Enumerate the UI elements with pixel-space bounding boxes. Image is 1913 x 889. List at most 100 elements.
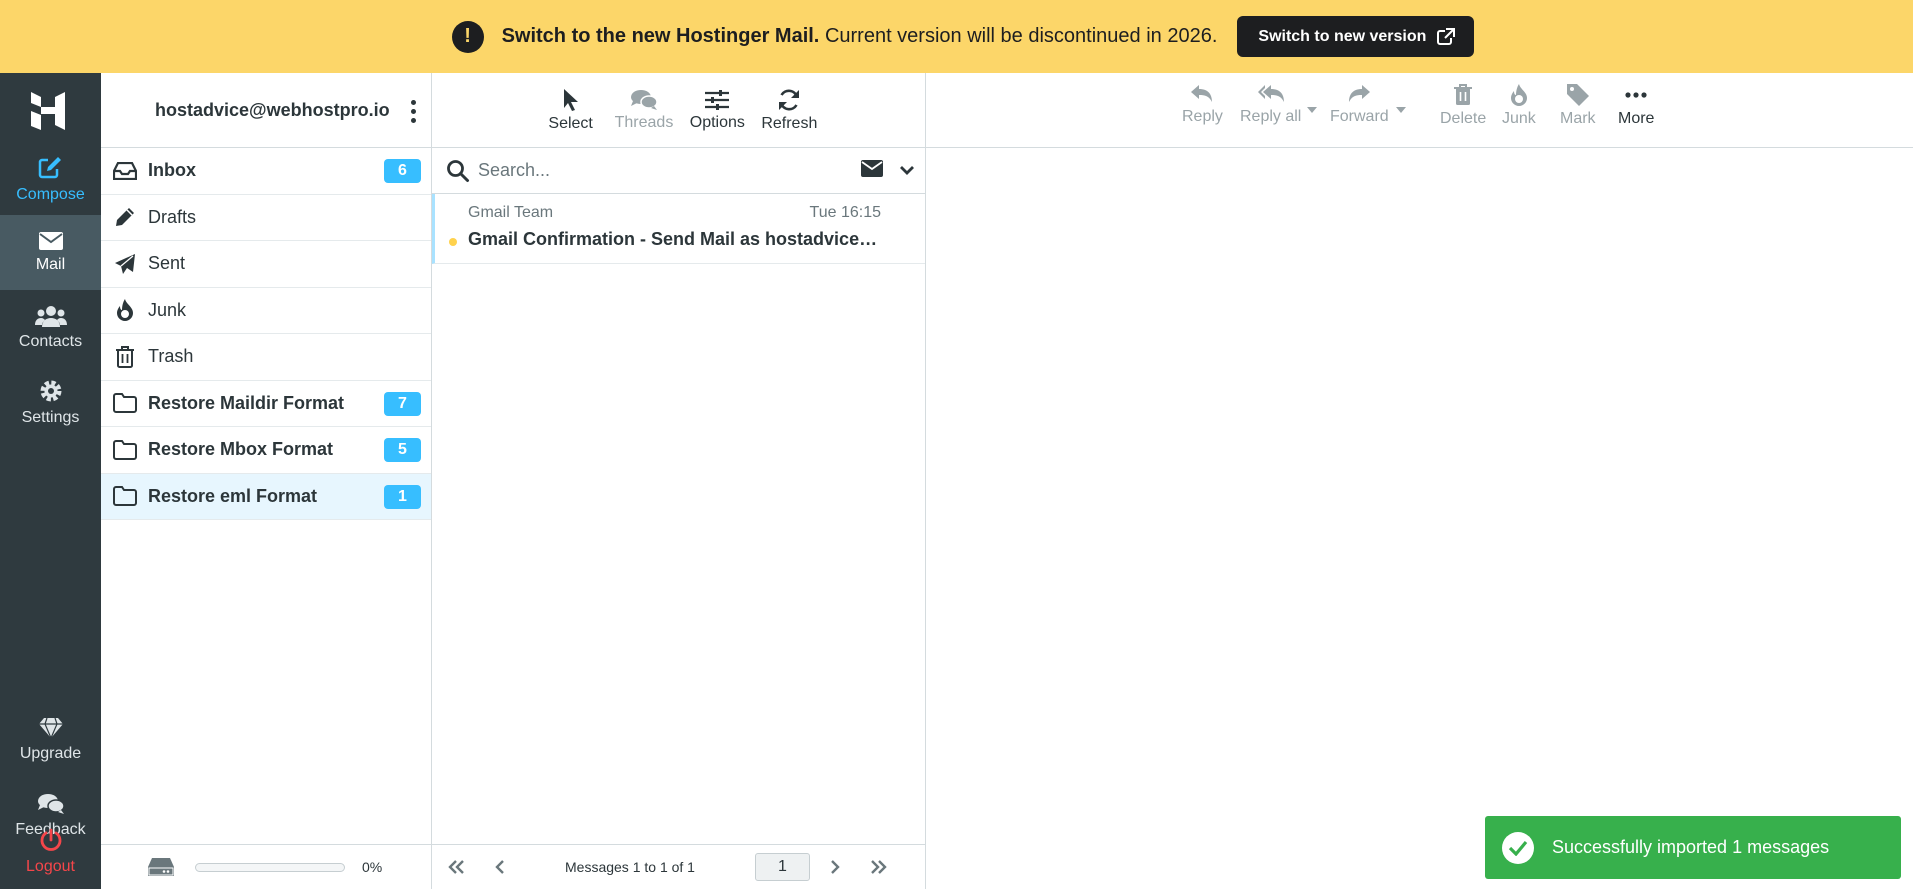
folder-label: Drafts — [148, 206, 197, 227]
unread-count-badge: 6 — [384, 159, 421, 183]
junk-button[interactable]: Junk — [1502, 83, 1536, 128]
account-menu-icon[interactable] — [403, 97, 423, 125]
nav-contacts[interactable]: Contacts — [0, 290, 101, 365]
nav-settings[interactable]: Settings — [0, 365, 101, 440]
comments-icon — [630, 89, 658, 111]
folder-icon — [113, 391, 137, 415]
folder-label: Restore Mbox Format — [148, 439, 334, 460]
message-date: Tue 16:15 — [809, 204, 881, 221]
nav-mail[interactable]: Mail — [0, 215, 101, 290]
refresh-button[interactable]: Refresh — [761, 88, 817, 133]
mark-button[interactable]: Mark — [1560, 83, 1596, 128]
reply-button[interactable]: Reply — [1182, 83, 1223, 126]
switch-version-button[interactable]: Switch to new version — [1237, 16, 1475, 57]
next-page-icon[interactable] — [820, 852, 850, 882]
envelope-icon — [38, 231, 63, 250]
diamond-icon — [38, 717, 64, 739]
unread-count-badge: 7 — [384, 391, 421, 416]
folder-label: Restore eml Format — [148, 485, 318, 506]
message-row[interactable]: Gmail Team Tue 16:15 Gmail Confirmation … — [432, 194, 925, 264]
select-label: Select — [548, 114, 593, 132]
folder-label: Junk — [148, 299, 187, 320]
reply-label: Reply — [1182, 108, 1223, 125]
folder-icon — [113, 484, 137, 508]
reading-pane: Reply Reply all Forward Delete Junk Mark… — [926, 73, 1913, 889]
forward-button[interactable]: Forward — [1330, 83, 1389, 126]
trash-icon — [1453, 83, 1473, 107]
ellipsis-icon — [1624, 83, 1648, 107]
refresh-label: Refresh — [761, 114, 818, 132]
quota-progress-bar — [195, 862, 345, 872]
hostinger-logo[interactable] — [29, 90, 69, 130]
first-page-icon[interactable] — [441, 852, 471, 882]
power-icon — [39, 828, 63, 852]
more-button[interactable]: More — [1618, 83, 1654, 128]
folder-junk[interactable]: Junk — [101, 288, 431, 334]
folder-restore-mbox[interactable]: Restore Mbox Format 5 — [101, 427, 431, 474]
toast-message: Successfully imported 1 messages — [1552, 837, 1830, 857]
nav-compose[interactable]: Compose — [0, 142, 101, 217]
unread-count-badge: 1 — [384, 484, 421, 509]
folder-inbox[interactable]: Inbox 6 — [101, 148, 431, 195]
envelope-icon[interactable] — [861, 160, 883, 177]
hard-drive-icon — [147, 857, 175, 877]
reply-all-label: Reply all — [1240, 108, 1302, 125]
success-toast[interactable]: Successfully imported 1 messages — [1485, 816, 1901, 879]
delete-button[interactable]: Delete — [1440, 83, 1486, 128]
delete-label: Delete — [1440, 110, 1487, 127]
forward-icon — [1347, 83, 1371, 105]
banner-message: Current version will be discontinued in … — [824, 25, 1218, 47]
quota-footer: 0% — [101, 844, 431, 889]
sliders-icon — [704, 89, 730, 111]
options-button[interactable]: Options — [689, 89, 745, 132]
nav-logout[interactable]: Logout — [0, 814, 101, 889]
select-button[interactable]: Select — [543, 88, 599, 133]
cursor-icon — [562, 88, 580, 112]
pencil-icon — [113, 205, 137, 229]
forward-dropdown-icon[interactable] — [1396, 107, 1406, 113]
forward-label: Forward — [1330, 108, 1389, 125]
refresh-icon — [777, 88, 801, 112]
search-input[interactable] — [478, 160, 838, 181]
nav-contacts-label: Contacts — [18, 332, 83, 350]
reply-icon — [1190, 83, 1214, 105]
switch-version-label: Switch to new version — [1258, 27, 1427, 45]
folder-icon — [113, 438, 137, 462]
folder-label: Trash — [148, 346, 194, 367]
tag-icon — [1566, 83, 1590, 107]
reply-all-dropdown-icon[interactable] — [1307, 107, 1317, 113]
nav-settings-label: Settings — [21, 408, 80, 426]
last-page-icon[interactable] — [864, 852, 894, 882]
folder-drafts[interactable]: Drafts — [101, 195, 431, 241]
reply-all-icon — [1257, 83, 1285, 105]
threads-button[interactable]: Threads — [614, 89, 674, 132]
fire-icon — [1509, 83, 1529, 107]
nav-compose-label: Compose — [16, 185, 85, 203]
fire-icon — [113, 298, 137, 322]
nav-mail-label: Mail — [35, 255, 66, 273]
gear-icon — [39, 379, 63, 403]
banner-title: Switch to the new Hostinger Mail. — [501, 25, 820, 47]
threads-label: Threads — [614, 113, 674, 131]
folder-restore-eml[interactable]: Restore eml Format 1 — [101, 473, 431, 520]
comments-icon — [37, 793, 65, 815]
reply-all-button[interactable]: Reply all — [1240, 83, 1301, 126]
users-icon — [34, 305, 67, 327]
folder-sent[interactable]: Sent — [101, 241, 431, 288]
options-label: Options — [689, 113, 745, 131]
list-toolbar: Select Threads Options Refresh — [432, 73, 925, 148]
left-navigation: Compose Mail Contacts Settings Upgrade F… — [0, 73, 101, 889]
search-icon[interactable] — [446, 159, 470, 183]
folder-trash[interactable]: Trash — [101, 334, 431, 381]
inbox-icon — [113, 159, 137, 183]
nav-logout-label: Logout — [26, 857, 75, 875]
more-label: More — [1618, 110, 1655, 127]
message-toolbar: Reply Reply all Forward Delete Junk Mark… — [926, 73, 1913, 148]
chevron-down-icon[interactable] — [899, 164, 915, 176]
prev-page-icon[interactable] — [485, 852, 515, 882]
folder-restore-maildir[interactable]: Restore Maildir Format 7 — [101, 381, 431, 427]
nav-upgrade[interactable]: Upgrade — [0, 702, 101, 777]
page-number-input[interactable]: 1 — [755, 853, 810, 881]
folder-label: Sent — [148, 253, 186, 274]
search-bar — [432, 148, 925, 194]
